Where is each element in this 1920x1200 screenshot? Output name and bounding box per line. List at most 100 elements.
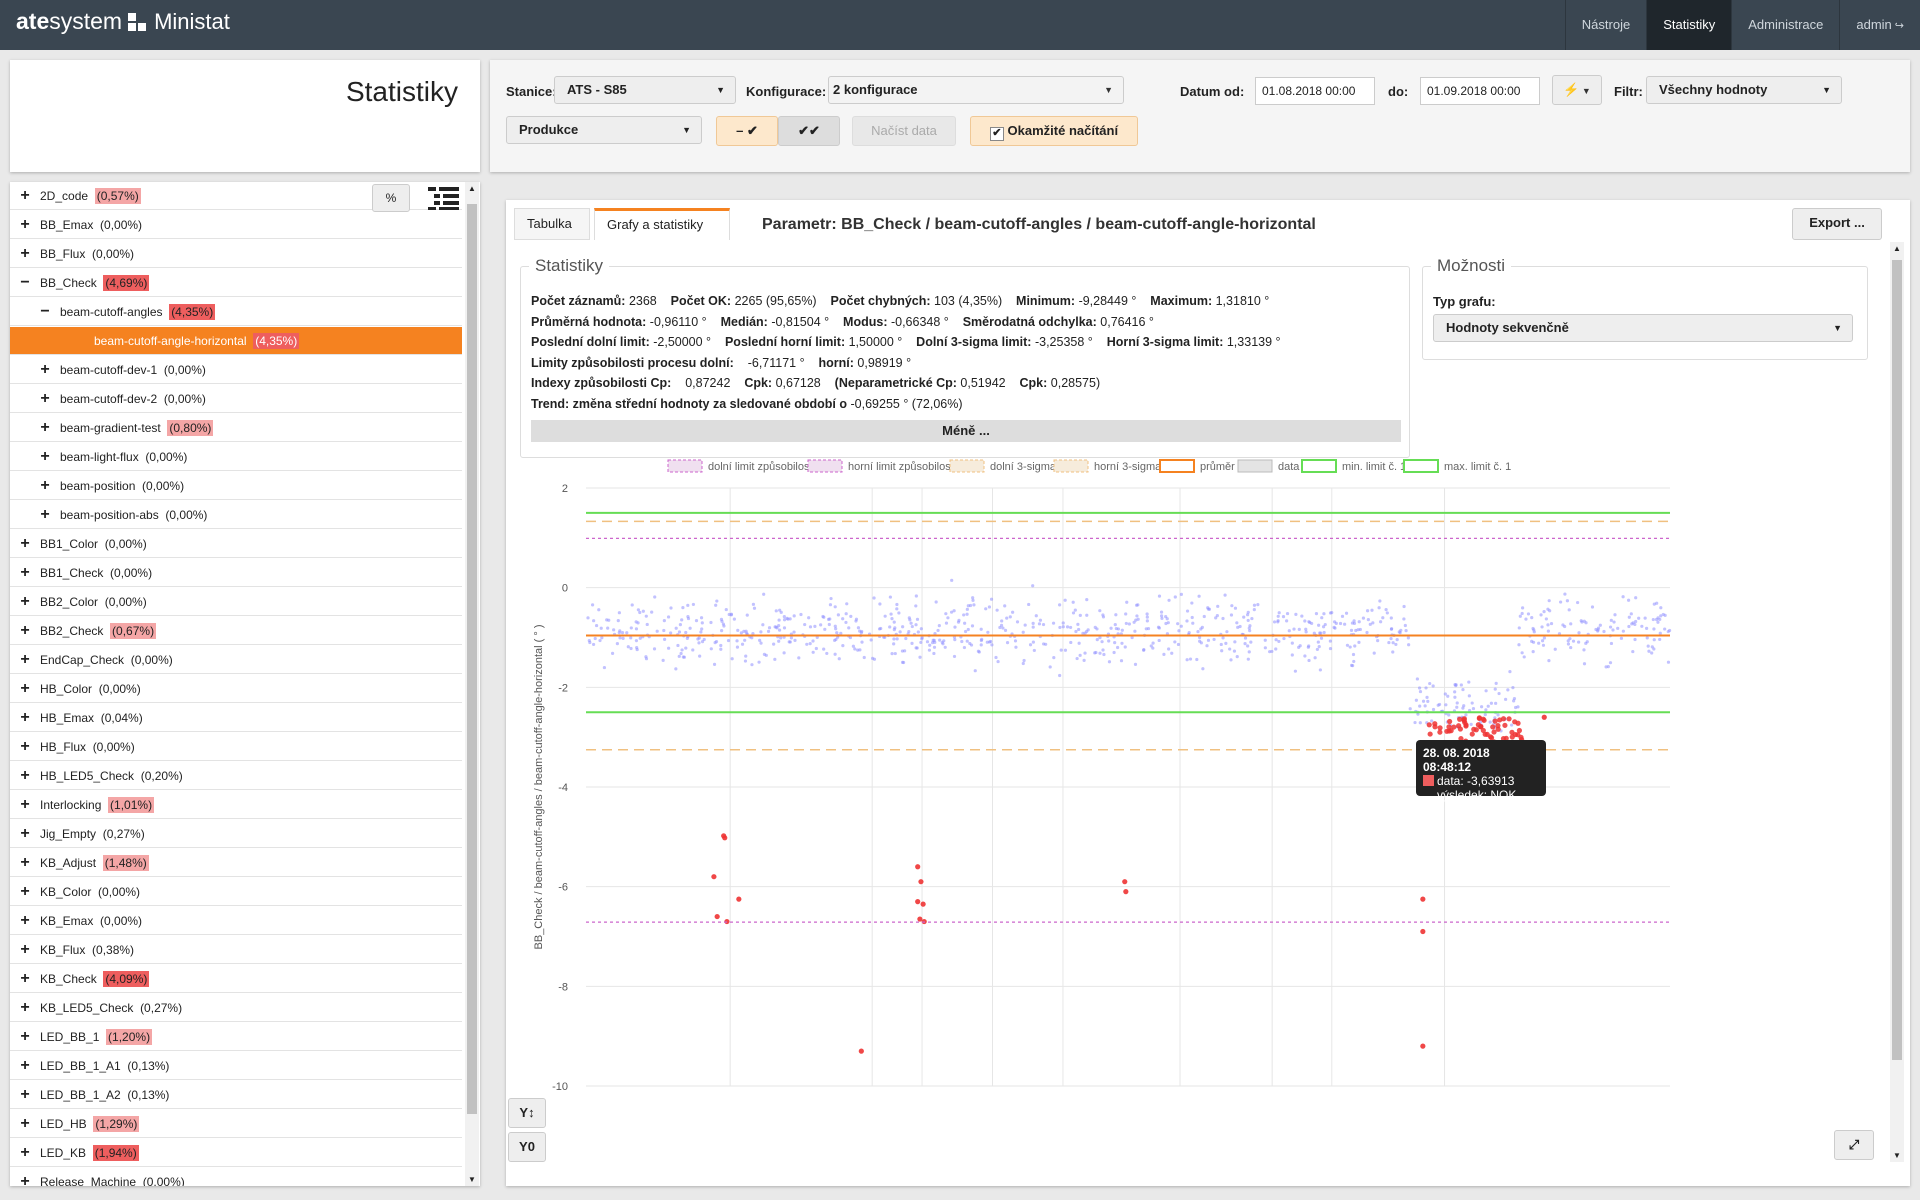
expand-icon[interactable]: + <box>38 356 52 384</box>
tree-row[interactable]: + BB1_Color (0,00%) <box>10 530 462 558</box>
tree-row[interactable]: + LED_BB_1 (1,20%) <box>10 1023 462 1051</box>
y-scale-button[interactable]: Y↕ <box>508 1098 546 1128</box>
expand-icon[interactable]: + <box>18 182 32 210</box>
expand-icon[interactable]: + <box>18 907 32 935</box>
content-scrollbar[interactable]: ▲ ▼ <box>1890 242 1904 1162</box>
tree-row[interactable]: beam-cutoff-angle-horizontal (4,35%) <box>10 327 462 355</box>
expand-icon[interactable]: + <box>18 1110 32 1138</box>
nav-nastroje[interactable]: Nástroje <box>1564 0 1646 50</box>
y0-button[interactable]: Y0 <box>508 1132 546 1162</box>
expand-icon[interactable]: + <box>38 472 52 500</box>
expand-icon[interactable]: + <box>18 791 32 819</box>
expand-icon[interactable]: + <box>18 965 32 993</box>
expand-icon[interactable]: + <box>18 1139 32 1167</box>
tree-item-name: Interlocking <box>40 798 102 812</box>
tree-row[interactable]: + KB_Adjust (1,48%) <box>10 849 462 877</box>
expand-icon[interactable]: + <box>18 820 32 848</box>
tree-row[interactable]: + beam-position-abs (0,00%) <box>10 501 462 529</box>
collapse-icon[interactable]: − <box>38 298 52 326</box>
tree-row[interactable]: + beam-light-flux (0,00%) <box>10 443 462 471</box>
tree-row[interactable]: + BB_Flux (0,00%) <box>10 240 462 268</box>
tree-row[interactable]: + BB2_Color (0,00%) <box>10 588 462 616</box>
load-data-button[interactable]: Načíst data <box>852 116 956 146</box>
nok-data-point <box>915 864 921 870</box>
tree-row[interactable]: + beam-cutoff-dev-2 (0,00%) <box>10 385 462 413</box>
tree-row[interactable]: + KB_Check (4,09%) <box>10 965 462 993</box>
tree-row[interactable]: + BB2_Check (0,67%) <box>10 617 462 645</box>
tree-row[interactable]: + LED_HB (1,29%) <box>10 1110 462 1138</box>
tree-row[interactable]: + KB_Emax (0,00%) <box>10 907 462 935</box>
tree-row[interactable]: + EndCap_Check (0,00%) <box>10 646 462 674</box>
expand-icon[interactable]: + <box>18 675 32 703</box>
expand-icon[interactable]: + <box>18 211 32 239</box>
fullscreen-button[interactable]: ⤢ <box>1834 1130 1874 1160</box>
expand-icon[interactable]: + <box>18 588 32 616</box>
tree-row[interactable]: + KB_LED5_Check (0,27%) <box>10 994 462 1022</box>
expand-icon[interactable]: + <box>18 617 32 645</box>
date-to-input[interactable]: 01.09.2018 00:00 <box>1420 77 1540 105</box>
nav-statistiky[interactable]: Statistiky <box>1646 0 1732 50</box>
tree-row[interactable]: − BB_Check (4,69%) <box>10 269 462 297</box>
tree-row[interactable]: + LED_KB (1,94%) <box>10 1139 462 1167</box>
tree-row[interactable]: + BB_Emax (0,00%) <box>10 211 462 239</box>
tree-row[interactable]: + HB_Color (0,00%) <box>10 675 462 703</box>
tree-row[interactable]: + Release_Machine (0,00%) <box>10 1168 462 1186</box>
config-select[interactable]: 2 konfigurace ▼ <box>828 76 1124 104</box>
expand-icon[interactable]: + <box>18 733 32 761</box>
tree-row[interactable]: + HB_Flux (0,00%) <box>10 733 462 761</box>
expand-icon[interactable]: + <box>18 530 32 558</box>
brand-logo[interactable]: ate system Ministat <box>16 8 230 35</box>
data-point <box>877 627 882 631</box>
date-from-input[interactable]: 01.08.2018 00:00 <box>1255 77 1375 105</box>
filter-select[interactable]: Všechny hodnoty ▼ <box>1646 76 1842 104</box>
data-point <box>697 636 701 640</box>
expand-icon[interactable]: + <box>18 1052 32 1080</box>
tree-row[interactable]: − beam-cutoff-angles (4,35%) <box>10 298 462 326</box>
tree-row[interactable]: + BB1_Check (0,00%) <box>10 559 462 587</box>
expand-icon[interactable]: + <box>38 385 52 413</box>
expand-icon[interactable]: + <box>18 762 32 790</box>
nav-user-menu[interactable]: admin ↪ <box>1839 0 1920 50</box>
quick-range-dropdown[interactable]: ⚡ ▼ <box>1552 75 1602 105</box>
expand-icon[interactable]: + <box>18 994 32 1022</box>
sequence-chart[interactable]: 8.8. 10.8. 14.8. 16.8. 20.8. 22.8. 26.8. 28.8. 3… <box>506 200 1890 1100</box>
nav-administrace[interactable]: Administrace <box>1731 0 1839 50</box>
expand-icon[interactable]: + <box>18 936 32 964</box>
tree-row[interactable]: + HB_Emax (0,04%) <box>10 704 462 732</box>
collapse-icon[interactable]: − <box>18 269 32 297</box>
expand-icon[interactable]: + <box>18 878 32 906</box>
percent-toggle-button[interactable]: % <box>372 184 410 212</box>
tree-row[interactable]: + beam-position (0,00%) <box>10 472 462 500</box>
expand-icon[interactable]: + <box>18 704 32 732</box>
tree-row[interactable]: + KB_Color (0,00%) <box>10 878 462 906</box>
ok-only-toggle[interactable]: – ✔ <box>716 116 778 146</box>
tree-row[interactable]: + LED_BB_1_A1 (0,13%) <box>10 1052 462 1080</box>
expand-icon[interactable]: + <box>38 414 52 442</box>
expand-icon[interactable]: + <box>18 1168 32 1186</box>
production-select[interactable]: Produkce ▼ <box>506 116 702 144</box>
expand-icon[interactable]: + <box>18 646 32 674</box>
tree-scrollbar-thumb[interactable] <box>467 204 477 1114</box>
instant-load-toggle[interactable]: ✔ Okamžité načítání <box>970 116 1138 146</box>
list-view-button[interactable] <box>424 184 464 212</box>
expand-icon[interactable]: + <box>18 1023 32 1051</box>
expand-icon[interactable]: + <box>18 559 32 587</box>
tree-row[interactable]: + LED_BB_1_A2 (0,13%) <box>10 1081 462 1109</box>
tree-row[interactable]: + beam-gradient-test (0,80%) <box>10 414 462 442</box>
expand-icon[interactable]: + <box>18 1081 32 1109</box>
content-scrollbar-thumb[interactable] <box>1892 260 1902 1060</box>
tree-scrollbar[interactable]: ▲ ▼ <box>465 182 479 1186</box>
tree-row[interactable]: + Jig_Empty (0,27%) <box>10 820 462 848</box>
tree-row[interactable]: + Interlocking (1,01%) <box>10 791 462 819</box>
data-point <box>946 616 950 620</box>
tree-row[interactable]: + KB_Flux (0,38%) <box>10 936 462 964</box>
expand-icon[interactable]: + <box>38 443 52 471</box>
station-select[interactable]: ATS - S85 ▼ <box>554 76 736 104</box>
tree-row[interactable]: + beam-cutoff-dev-1 (0,00%) <box>10 356 462 384</box>
all-check-toggle[interactable]: ✔✔ <box>778 116 840 146</box>
tree-row[interactable]: + HB_LED5_Check (0,20%) <box>10 762 462 790</box>
expand-icon[interactable]: + <box>38 501 52 529</box>
expand-icon[interactable]: + <box>18 240 32 268</box>
data-point <box>1229 658 1233 662</box>
expand-icon[interactable]: + <box>18 849 32 877</box>
